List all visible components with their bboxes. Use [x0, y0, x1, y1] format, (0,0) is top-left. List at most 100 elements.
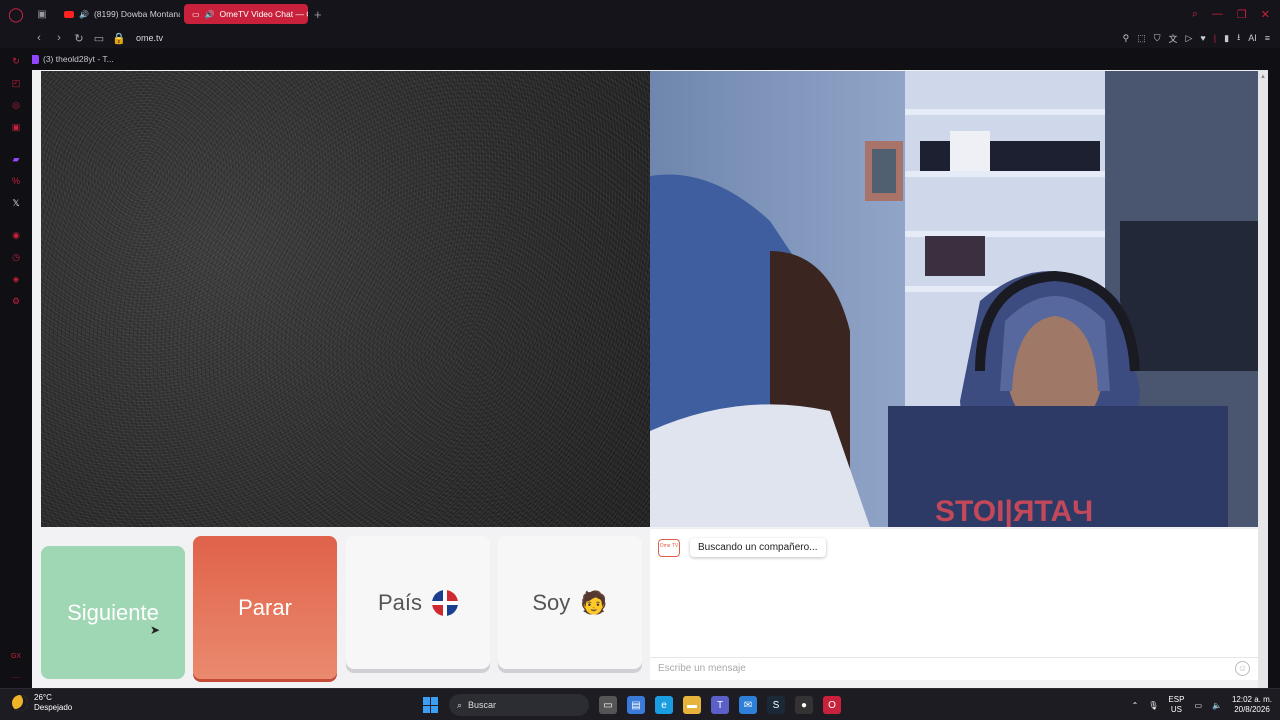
- back-icon[interactable]: ‹: [30, 32, 48, 44]
- sidebar: ↻ ◰ ◎ ▣ ▰ % 𝕏 ◉ ◷ ◈ ⚙ GX ···: [0, 48, 32, 688]
- steam-icon[interactable]: S: [767, 696, 785, 714]
- gx-label[interactable]: GX: [9, 650, 23, 664]
- static-noise: [41, 71, 650, 527]
- download-icon[interactable]: ⭳: [1237, 30, 1240, 46]
- pin-icon[interactable]: ⚲: [1123, 33, 1130, 44]
- tab-ometv[interactable]: ▭ 🔊 OmeTV Video Chat — O: [184, 4, 308, 24]
- separator-icon: |: [1213, 33, 1217, 43]
- taskbar-search[interactable]: ⌕ Buscar: [449, 694, 589, 716]
- chevron-up-icon[interactable]: ⌃: [1132, 701, 1139, 710]
- lock-icon[interactable]: 🔒: [110, 32, 128, 45]
- obs-icon[interactable]: ●: [795, 696, 813, 714]
- country-button[interactable]: País: [346, 536, 490, 669]
- taskbar-apps: ⌕ Buscar ▭ ▤ e ▬ T ✉ S ● O: [423, 693, 841, 717]
- language-indicator[interactable]: ESP US: [1168, 695, 1184, 715]
- bulb-icon[interactable]: ◈: [9, 272, 23, 286]
- shield-icon[interactable]: ⛉: [1154, 33, 1161, 44]
- scrollbar[interactable]: ▲: [1258, 70, 1268, 688]
- forward-icon[interactable]: ›: [50, 32, 68, 44]
- tab-youtube[interactable]: 🔊 (8199) Dowba Montana: [56, 4, 180, 24]
- weather-condition: Despejado: [34, 703, 73, 712]
- store-icon[interactable]: ▤: [627, 696, 645, 714]
- moon-icon: [12, 695, 28, 711]
- twitch-icon[interactable]: ▰: [9, 152, 23, 166]
- gender-label: Soy: [532, 589, 571, 615]
- mail-icon[interactable]: ✉: [739, 696, 757, 714]
- speaker-icon[interactable]: 🔊: [205, 10, 215, 19]
- search-label: Buscar: [468, 700, 497, 710]
- network-icon[interactable]: ▭: [1194, 701, 1202, 710]
- maximize-icon[interactable]: ❐: [1237, 8, 1247, 21]
- svg-text:STOI|ЯTAЧ: STOI|ЯTAЧ: [935, 495, 1093, 527]
- windows-start-icon[interactable]: [423, 697, 439, 713]
- tab-bar: ◯ ▣ 🔊 (8199) Dowba Montana ▭ 🔊 OmeTV Vid…: [0, 0, 1280, 28]
- folder-icon[interactable]: ▬: [683, 696, 701, 714]
- minimize-icon[interactable]: —: [1212, 8, 1223, 20]
- webcam-image: STOI|ЯTAЧ: [650, 71, 1258, 527]
- country-label: País: [377, 589, 423, 615]
- temperature: 26°C: [34, 693, 52, 702]
- gender-button[interactable]: Soy 🧑: [498, 536, 642, 669]
- volume-icon[interactable]: 🔈: [1212, 701, 1222, 710]
- settings-icon[interactable]: ⚙: [9, 294, 23, 308]
- bookmark-item[interactable]: (3) theold28yt - T...: [30, 50, 114, 68]
- play-icon[interactable]: ▷: [1186, 33, 1193, 44]
- heart-icon[interactable]: ♥: [1200, 33, 1205, 43]
- partner-video: [41, 71, 650, 527]
- emoji-icon[interactable]: ☺: [1235, 661, 1250, 676]
- history2-icon[interactable]: ◷: [9, 250, 23, 264]
- ometv-page: STOI|ЯTAЧ Siguiente Parar País Soy 🧑 ➤ O…: [32, 70, 1268, 688]
- windows-taskbar: 26°C Despejado ⌕ Buscar ▭ ▤ e ▬ T ✉ S ● …: [0, 688, 1280, 720]
- search-tabs-icon[interactable]: ⌕: [1192, 8, 1198, 21]
- bag-icon[interactable]: ◰: [9, 76, 23, 90]
- clock[interactable]: 12:02 a. m. 20/8/2026: [1232, 695, 1272, 715]
- bookmark-label: (3) theold28yt - T...: [43, 54, 114, 64]
- scroll-up-icon[interactable]: ▲: [1260, 74, 1266, 80]
- extensions-icon[interactable]: ▮: [1224, 33, 1229, 44]
- url-field[interactable]: ome.tv: [136, 33, 163, 43]
- speaker-icon[interactable]: 🔊: [79, 10, 89, 19]
- next-button[interactable]: Siguiente: [41, 546, 185, 679]
- stop-button[interactable]: Parar: [193, 536, 337, 679]
- toolbar-right: ⚲ ⬚ ⛉ 文 ▷ ♥ | ▮ ⭳ AI ≡: [1123, 28, 1270, 48]
- tab-snapshot-icon[interactable]: ▣: [32, 0, 52, 28]
- system-tray: ⌃ 🎙 ESP US ▭ 🔈 12:02 a. m. 20/8/2026: [1132, 693, 1272, 717]
- opera-logo-icon[interactable]: ◯: [0, 0, 32, 28]
- translate-icon[interactable]: 文: [1168, 32, 1177, 45]
- youtube-icon: [64, 10, 74, 18]
- reload-icon[interactable]: ↻: [70, 32, 88, 45]
- message-input[interactable]: [650, 658, 1210, 679]
- x-icon[interactable]: 𝕏: [9, 196, 23, 210]
- menu-icon[interactable]: ≡: [1265, 33, 1270, 43]
- camera-icon: ▭: [192, 9, 200, 19]
- instagram-icon[interactable]: ◎: [9, 98, 23, 112]
- edge-icon[interactable]: e: [655, 696, 673, 714]
- screenshot-icon[interactable]: ⬚: [1137, 33, 1146, 44]
- status-message: Buscando un compañero...: [690, 538, 826, 557]
- camera-permission-icon[interactable]: ▭: [90, 32, 108, 45]
- teams-icon[interactable]: T: [711, 696, 729, 714]
- close-icon[interactable]: ✕: [1261, 8, 1270, 21]
- search-icon: ⌕: [457, 699, 463, 710]
- time: 12:02 a. m.: [1231, 695, 1272, 704]
- chat-input-bar: ☺: [650, 657, 1258, 679]
- tab-title: (8199) Dowba Montana: [93, 9, 180, 19]
- mouse-cursor-icon: ➤: [150, 623, 161, 637]
- weather-widget[interactable]: 26°C Despejado: [12, 693, 72, 713]
- window-controls: ⌕ — ❐ ✕: [1192, 0, 1270, 28]
- task-view-icon[interactable]: ▭: [599, 696, 617, 714]
- aria-ai-button[interactable]: AI: [1248, 33, 1257, 43]
- opera-gx-icon[interactable]: O: [823, 696, 841, 714]
- lang-bottom: US: [1170, 705, 1182, 714]
- history-icon[interactable]: ↻: [9, 54, 23, 68]
- clock-circle-icon[interactable]: ◉: [9, 228, 23, 242]
- new-tab-button[interactable]: +: [314, 7, 322, 22]
- chat-panel: Ome TV Buscando un compañero... ☺: [650, 528, 1258, 680]
- person-emoji-icon: 🧑: [580, 589, 608, 615]
- more-icon[interactable]: ···: [9, 670, 23, 684]
- messenger-icon[interactable]: ▣: [9, 120, 23, 134]
- address-bar: ‹ › ↻ ▭ 🔒 ome.tv ⚲ ⬚ ⛉ 文 ▷ ♥ | ▮ ⭳ AI ≡: [0, 28, 1280, 48]
- self-video: STOI|ЯTAЧ: [650, 71, 1258, 527]
- microphone-icon[interactable]: 🎙: [1148, 701, 1158, 710]
- percent-icon[interactable]: %: [9, 174, 23, 188]
